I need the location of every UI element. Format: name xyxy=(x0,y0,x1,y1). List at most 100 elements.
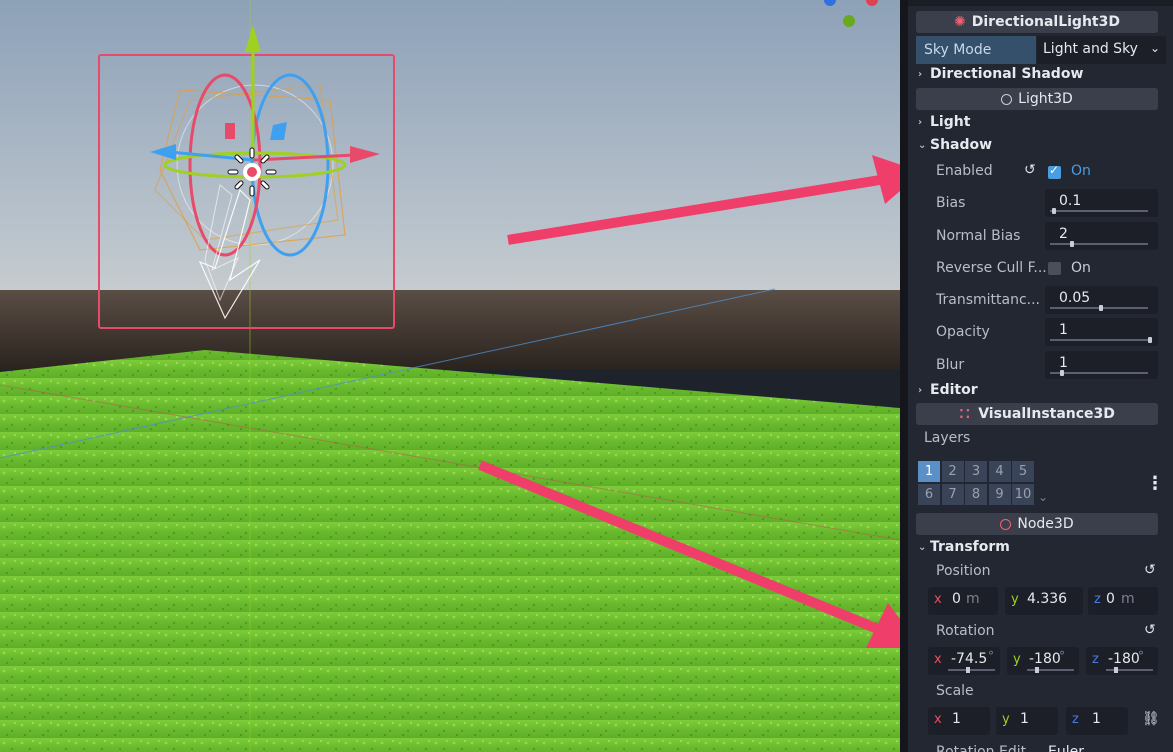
scale-x-field[interactable]: x 1 xyxy=(928,707,990,735)
viewport-scene xyxy=(0,0,900,752)
rotation-z-value: -180 xyxy=(1108,651,1140,667)
slider-knob[interactable] xyxy=(1051,208,1056,214)
category-label: DirectionalLight3D xyxy=(971,14,1120,30)
chevron-down-icon[interactable]: ⌄ xyxy=(1038,490,1048,504)
reset-icon[interactable]: ↺ xyxy=(1144,622,1156,638)
position-z-field[interactable]: z 0 m xyxy=(1088,587,1158,615)
shadow-transmittance-slider[interactable]: 0.05 xyxy=(1045,286,1158,314)
shadow-enabled-label: Enabled xyxy=(936,163,993,179)
slider-knob[interactable] xyxy=(1099,305,1103,311)
axis-x-label: x xyxy=(934,712,942,727)
shadow-enabled-value: On xyxy=(1071,163,1091,179)
scale-label: Scale xyxy=(936,683,974,699)
section-directional-shadow[interactable]: › Directional Shadow xyxy=(918,66,1083,82)
rotation-y-field[interactable]: y -180 ° xyxy=(1007,647,1079,675)
category-label: Node3D xyxy=(1017,516,1074,532)
layer-1[interactable]: 1 xyxy=(918,461,940,482)
layers-label: Layers xyxy=(924,430,971,446)
layer-7[interactable]: 7 xyxy=(941,484,964,505)
layer-6[interactable]: 6 xyxy=(918,484,940,505)
position-y-field[interactable]: y 4.336 xyxy=(1005,587,1083,615)
scale-z-value: 1 xyxy=(1092,711,1101,727)
kebab-menu-icon[interactable]: ⋮ xyxy=(1146,473,1164,494)
chevron-down-icon: ⌄ xyxy=(918,139,927,151)
sky-mode-dropdown[interactable]: Light and Sky ⌄ xyxy=(1037,36,1166,64)
slider-knob[interactable] xyxy=(1059,370,1064,376)
scale-z-field[interactable]: z 1 xyxy=(1066,707,1128,735)
shadow-normal-bias-slider[interactable]: 2 xyxy=(1045,222,1158,250)
light3d-circle-icon xyxy=(1001,93,1013,105)
position-y-value: 4.336 xyxy=(1027,591,1068,607)
rotation-y-unit: ° xyxy=(1059,649,1065,663)
shadow-bias-label: Bias xyxy=(936,195,966,211)
sky-mode-value: Light and Sky xyxy=(1043,41,1138,57)
shadow-blur-slider[interactable]: 1 xyxy=(1045,351,1158,379)
slider-knob[interactable] xyxy=(1069,241,1074,247)
shadow-bias-slider[interactable]: 0.1 xyxy=(1045,189,1158,217)
shadow-normal-bias-value: 2 xyxy=(1059,226,1068,242)
slider-knob[interactable] xyxy=(1148,337,1152,343)
slider-track xyxy=(1050,210,1148,212)
category-label: VisualInstance3D xyxy=(978,406,1115,422)
scale-y-field[interactable]: y 1 xyxy=(996,707,1058,735)
axis-x-label: x xyxy=(934,592,942,607)
shadow-reverse-cull-checkbox[interactable] xyxy=(1048,262,1061,275)
layer-10[interactable]: 10 xyxy=(1012,484,1034,505)
3d-viewport[interactable] xyxy=(0,0,900,752)
shadow-enabled-checkbox[interactable]: ✓ xyxy=(1048,163,1061,179)
category-visual-instance[interactable]: ⁚⁚ VisualInstance3D xyxy=(916,403,1158,425)
slider-knob[interactable] xyxy=(1114,667,1118,673)
shadow-opacity-slider[interactable]: 1 xyxy=(1045,318,1158,346)
chevron-right-icon: › xyxy=(918,68,923,80)
layer-8[interactable]: 8 xyxy=(965,484,987,505)
view-gizmo-y-dot[interactable] xyxy=(843,15,855,27)
sky-mode-row: Sky Mode Light and Sky ⌄ xyxy=(916,36,1166,64)
category-node3d[interactable]: Node3D xyxy=(916,513,1158,535)
layers-grid: 1 2 3 4 5 6 7 8 9 10 xyxy=(918,461,1038,505)
chain-link-icon[interactable]: ⛓ xyxy=(1142,711,1160,727)
section-label: Directional Shadow xyxy=(930,66,1084,82)
checkbox-icon: ✓ xyxy=(1049,163,1060,177)
rotation-edit-value[interactable]: Euler xyxy=(1048,744,1084,752)
layer-9[interactable]: 9 xyxy=(988,484,1011,505)
section-editor[interactable]: › Editor xyxy=(918,382,978,398)
rotation-z-unit: ° xyxy=(1138,649,1144,663)
axis-y-label: y xyxy=(1013,652,1021,667)
layer-5[interactable]: 5 xyxy=(1012,461,1034,482)
shadow-reverse-cull-label: Reverse Cull F... xyxy=(936,260,1047,276)
position-x-value: 0 xyxy=(952,591,961,607)
axis-z-label: z xyxy=(1092,652,1099,667)
visual-instance-dots-icon: ⁚⁚ xyxy=(959,407,973,421)
reset-icon[interactable]: ↺ xyxy=(1024,162,1036,178)
section-transform[interactable]: ⌄ Transform xyxy=(918,539,1010,555)
shadow-bias-value: 0.1 xyxy=(1059,193,1082,209)
section-label: Editor xyxy=(930,382,978,398)
reset-icon[interactable]: ↺ xyxy=(1144,562,1156,578)
panel-splitter[interactable] xyxy=(900,0,908,752)
layer-3[interactable]: 3 xyxy=(965,461,987,482)
section-label: Light xyxy=(930,114,971,130)
layer-2[interactable]: 2 xyxy=(941,461,964,482)
rotation-z-field[interactable]: z -180 ° xyxy=(1086,647,1158,675)
slider-knob[interactable] xyxy=(966,667,970,673)
node3d-circle-icon xyxy=(1000,518,1012,530)
slider-track xyxy=(1050,243,1148,245)
chevron-down-icon: ⌄ xyxy=(918,541,927,553)
category-directional-light[interactable]: ✺ DirectionalLight3D xyxy=(916,11,1158,33)
layer-4[interactable]: 4 xyxy=(988,461,1011,482)
directional-light-icon: ✺ xyxy=(954,14,966,30)
shadow-transmittance-label: Transmittanc... xyxy=(936,292,1041,308)
position-x-field[interactable]: x 0 m xyxy=(928,587,998,615)
axis-y-label: y xyxy=(1011,592,1019,607)
chevron-right-icon: › xyxy=(918,384,923,396)
slider-knob[interactable] xyxy=(1035,667,1039,673)
position-label: Position xyxy=(936,563,991,579)
sky-mode-label: Sky Mode xyxy=(916,36,1036,64)
category-light3d[interactable]: Light3D xyxy=(916,88,1158,110)
scale-y-value: 1 xyxy=(1020,711,1029,727)
rotation-x-field[interactable]: x -74.5 ° xyxy=(928,647,1000,675)
rotation-edit-label: Rotation Edit... xyxy=(936,744,1040,752)
section-light[interactable]: › Light xyxy=(918,114,970,130)
slider-track xyxy=(1050,339,1148,341)
section-shadow[interactable]: ⌄ Shadow xyxy=(918,137,992,153)
